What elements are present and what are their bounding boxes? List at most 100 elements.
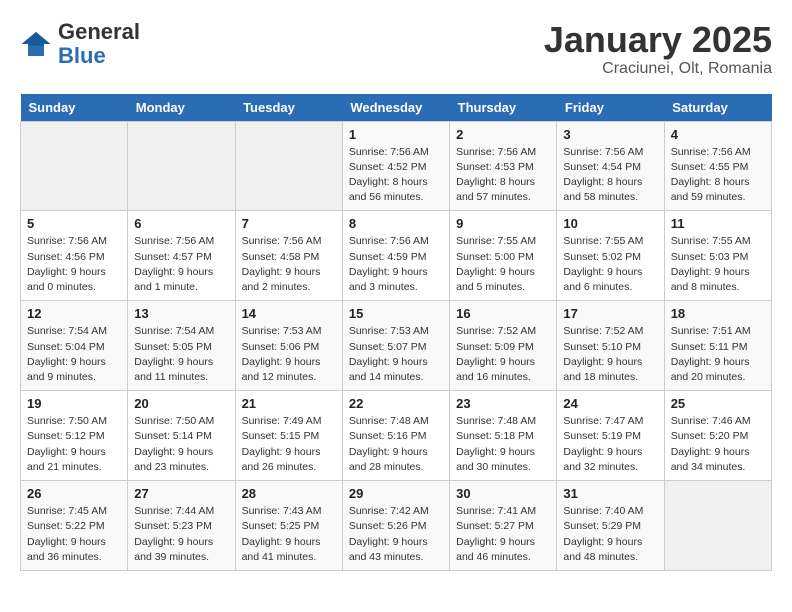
- calendar-day-18: 18 Sunrise: 7:51 AMSunset: 5:11 PMDayligh…: [664, 301, 771, 391]
- day-number: 8: [349, 216, 443, 231]
- day-number: 1: [349, 127, 443, 142]
- day-info: Sunrise: 7:55 AMSunset: 5:03 PMDaylight:…: [671, 234, 765, 295]
- day-info: Sunrise: 7:42 AMSunset: 5:26 PMDaylight:…: [349, 504, 443, 565]
- day-info: Sunrise: 7:54 AMSunset: 5:05 PMDaylight:…: [134, 324, 228, 385]
- calendar-day-15: 15 Sunrise: 7:53 AMSunset: 5:07 PMDayligh…: [342, 301, 449, 391]
- weekday-header-sunday: Sunday: [21, 94, 128, 122]
- day-number: 15: [349, 306, 443, 321]
- day-info: Sunrise: 7:56 AMSunset: 4:55 PMDaylight:…: [671, 145, 765, 206]
- calendar-day-30: 30 Sunrise: 7:41 AMSunset: 5:27 PMDayligh…: [450, 481, 557, 571]
- empty-day-cell: [664, 481, 771, 571]
- weekday-header-tuesday: Tuesday: [235, 94, 342, 122]
- calendar-day-9: 9Sunrise: 7:55 AMSunset: 5:00 PMDaylight…: [450, 211, 557, 301]
- calendar-day-10: 10 Sunrise: 7:55 AMSunset: 5:02 PMDayligh…: [557, 211, 664, 301]
- day-info: Sunrise: 7:40 AMSunset: 5:29 PMDaylight:…: [563, 504, 657, 565]
- day-number: 6: [134, 216, 228, 231]
- day-info: Sunrise: 7:48 AMSunset: 5:16 PMDaylight:…: [349, 414, 443, 475]
- calendar-day-16: 16 Sunrise: 7:52 AMSunset: 5:09 PMDayligh…: [450, 301, 557, 391]
- calendar-day-13: 13Sunrise: 7:54 AMSunset: 5:05 PMDayligh…: [128, 301, 235, 391]
- calendar-day-17: 17 Sunrise: 7:52 AMSunset: 5:10 PMDayligh…: [557, 301, 664, 391]
- weekday-header-thursday: Thursday: [450, 94, 557, 122]
- day-info: Sunrise: 7:52 AMSunset: 5:10 PMDaylight:…: [563, 324, 657, 385]
- title-block: January 2025 Craciunei, Olt, Romania: [544, 20, 772, 78]
- day-info: Sunrise: 7:53 AMSunset: 5:06 PMDaylight:…: [242, 324, 336, 385]
- calendar-week-row: 1 Sunrise: 7:56 AMSunset: 4:52 PMDaylight…: [21, 121, 772, 211]
- calendar-day-22: 22Sunrise: 7:48 AMSunset: 5:16 PMDayligh…: [342, 391, 449, 481]
- day-number: 30: [456, 486, 550, 501]
- empty-day-cell: [128, 121, 235, 211]
- day-info: Sunrise: 7:56 AMSunset: 4:54 PMDaylight:…: [563, 145, 657, 206]
- day-number: 9: [456, 216, 550, 231]
- day-info: Sunrise: 7:48 AMSunset: 5:18 PMDaylight:…: [456, 414, 550, 475]
- day-number: 7: [242, 216, 336, 231]
- day-number: 18: [671, 306, 765, 321]
- day-number: 11: [671, 216, 765, 231]
- day-info: Sunrise: 7:51 AMSunset: 5:11 PMDaylight:…: [671, 324, 765, 385]
- calendar-table: SundayMondayTuesdayWednesdayThursdayFrid…: [20, 94, 772, 571]
- calendar-day-7: 7 Sunrise: 7:56 AMSunset: 4:58 PMDaylight…: [235, 211, 342, 301]
- day-info: Sunrise: 7:44 AMSunset: 5:23 PMDaylight:…: [134, 504, 228, 565]
- day-number: 4: [671, 127, 765, 142]
- logo-blue-text: Blue: [58, 43, 106, 68]
- day-number: 31: [563, 486, 657, 501]
- day-number: 10: [563, 216, 657, 231]
- calendar-week-row: 5Sunrise: 7:56 AMSunset: 4:56 PMDaylight…: [21, 211, 772, 301]
- day-info: Sunrise: 7:49 AMSunset: 5:15 PMDaylight:…: [242, 414, 336, 475]
- logo-icon: [20, 28, 52, 60]
- day-info: Sunrise: 7:41 AMSunset: 5:27 PMDaylight:…: [456, 504, 550, 565]
- calendar-title: January 2025: [544, 20, 772, 60]
- day-number: 28: [242, 486, 336, 501]
- day-info: Sunrise: 7:56 AMSunset: 4:57 PMDaylight:…: [134, 234, 228, 295]
- day-info: Sunrise: 7:45 AMSunset: 5:22 PMDaylight:…: [27, 504, 121, 565]
- day-number: 27: [134, 486, 228, 501]
- calendar-day-29: 29 Sunrise: 7:42 AMSunset: 5:26 PMDayligh…: [342, 481, 449, 571]
- weekday-header-monday: Monday: [128, 94, 235, 122]
- day-info: Sunrise: 7:54 AMSunset: 5:04 PMDaylight:…: [27, 324, 121, 385]
- day-info: Sunrise: 7:53 AMSunset: 5:07 PMDaylight:…: [349, 324, 443, 385]
- calendar-day-11: 11 Sunrise: 7:55 AMSunset: 5:03 PMDayligh…: [664, 211, 771, 301]
- calendar-day-26: 26Sunrise: 7:45 AMSunset: 5:22 PMDayligh…: [21, 481, 128, 571]
- day-info: Sunrise: 7:56 AMSunset: 4:53 PMDaylight:…: [456, 145, 550, 206]
- calendar-day-19: 19 Sunrise: 7:50 AMSunset: 5:12 PMDayligh…: [21, 391, 128, 481]
- day-number: 29: [349, 486, 443, 501]
- empty-day-cell: [21, 121, 128, 211]
- weekday-header-row: SundayMondayTuesdayWednesdayThursdayFrid…: [21, 94, 772, 122]
- day-number: 24: [563, 396, 657, 411]
- day-number: 3: [563, 127, 657, 142]
- calendar-day-2: 2 Sunrise: 7:56 AMSunset: 4:53 PMDaylight…: [450, 121, 557, 211]
- day-number: 19: [27, 396, 121, 411]
- day-info: Sunrise: 7:56 AMSunset: 4:59 PMDaylight:…: [349, 234, 443, 295]
- logo: General Blue: [20, 20, 140, 68]
- day-info: Sunrise: 7:56 AMSunset: 4:52 PMDaylight:…: [349, 145, 443, 206]
- day-number: 17: [563, 306, 657, 321]
- day-number: 23: [456, 396, 550, 411]
- calendar-day-14: 14 Sunrise: 7:53 AMSunset: 5:06 PMDayligh…: [235, 301, 342, 391]
- weekday-header-wednesday: Wednesday: [342, 94, 449, 122]
- calendar-week-row: 19 Sunrise: 7:50 AMSunset: 5:12 PMDayligh…: [21, 391, 772, 481]
- day-info: Sunrise: 7:50 AMSunset: 5:12 PMDaylight:…: [27, 414, 121, 475]
- day-info: Sunrise: 7:46 AMSunset: 5:20 PMDaylight:…: [671, 414, 765, 475]
- calendar-day-20: 20Sunrise: 7:50 AMSunset: 5:14 PMDayligh…: [128, 391, 235, 481]
- day-number: 20: [134, 396, 228, 411]
- calendar-day-6: 6 Sunrise: 7:56 AMSunset: 4:57 PMDaylight…: [128, 211, 235, 301]
- calendar-day-8: 8 Sunrise: 7:56 AMSunset: 4:59 PMDaylight…: [342, 211, 449, 301]
- calendar-day-31: 31 Sunrise: 7:40 AMSunset: 5:29 PMDayligh…: [557, 481, 664, 571]
- day-number: 25: [671, 396, 765, 411]
- calendar-day-5: 5Sunrise: 7:56 AMSunset: 4:56 PMDaylight…: [21, 211, 128, 301]
- day-number: 5: [27, 216, 121, 231]
- weekday-header-saturday: Saturday: [664, 94, 771, 122]
- day-number: 14: [242, 306, 336, 321]
- calendar-day-23: 23 Sunrise: 7:48 AMSunset: 5:18 PMDayligh…: [450, 391, 557, 481]
- calendar-day-12: 12Sunrise: 7:54 AMSunset: 5:04 PMDayligh…: [21, 301, 128, 391]
- day-number: 2: [456, 127, 550, 142]
- calendar-week-row: 12Sunrise: 7:54 AMSunset: 5:04 PMDayligh…: [21, 301, 772, 391]
- calendar-week-row: 26Sunrise: 7:45 AMSunset: 5:22 PMDayligh…: [21, 481, 772, 571]
- calendar-day-3: 3 Sunrise: 7:56 AMSunset: 4:54 PMDaylight…: [557, 121, 664, 211]
- calendar-day-24: 24Sunrise: 7:47 AMSunset: 5:19 PMDayligh…: [557, 391, 664, 481]
- calendar-day-1: 1 Sunrise: 7:56 AMSunset: 4:52 PMDaylight…: [342, 121, 449, 211]
- day-number: 16: [456, 306, 550, 321]
- day-info: Sunrise: 7:55 AMSunset: 5:02 PMDaylight:…: [563, 234, 657, 295]
- day-info: Sunrise: 7:52 AMSunset: 5:09 PMDaylight:…: [456, 324, 550, 385]
- day-info: Sunrise: 7:56 AMSunset: 4:58 PMDaylight:…: [242, 234, 336, 295]
- day-info: Sunrise: 7:43 AMSunset: 5:25 PMDaylight:…: [242, 504, 336, 565]
